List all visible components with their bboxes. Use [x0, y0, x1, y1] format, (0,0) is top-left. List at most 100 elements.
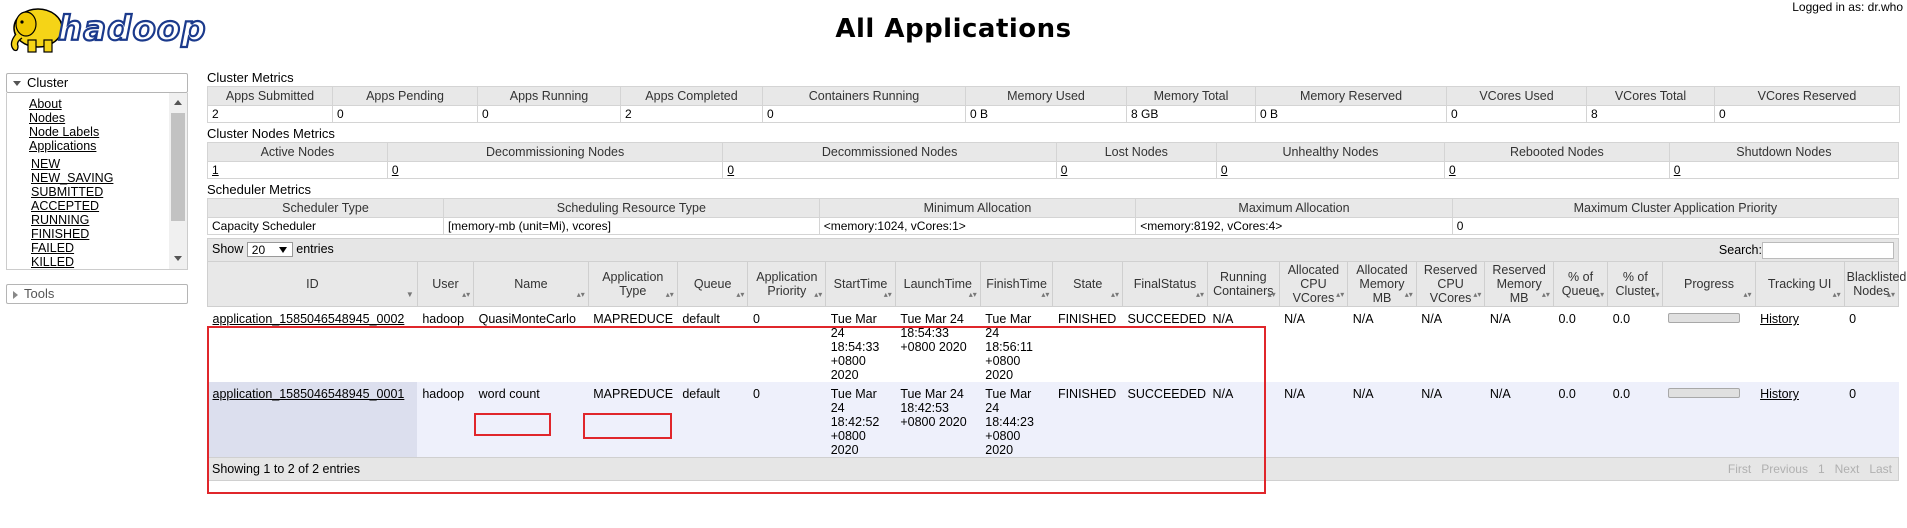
tools-section-toggle[interactable]: Tools	[6, 284, 188, 304]
sort-icon: ▴▾	[1473, 290, 1482, 299]
column-header[interactable]: Application Type ▴▾	[587, 262, 678, 307]
pager-button-0[interactable]: First	[1728, 462, 1751, 476]
history-link[interactable]: History	[1760, 312, 1799, 326]
pager-button-3[interactable]: Next	[1835, 462, 1860, 476]
app-name-cell: word count	[473, 382, 589, 457]
app-start-time-cell: Tue Mar 24 18:54:33 +0800 2020	[825, 306, 896, 382]
column-header[interactable]: % of Queue ▴▾	[1552, 262, 1608, 307]
app-alloc-vcores-cell: N/A	[1279, 306, 1348, 382]
pager-button-4[interactable]: Last	[1869, 462, 1892, 476]
column-header[interactable]: ID ▼	[207, 262, 418, 307]
metric-value: 0	[1451, 217, 1900, 235]
column-header-label: Cluster	[1615, 284, 1656, 298]
app-type-cell: MAPREDUCE	[588, 382, 678, 457]
metric-value-link[interactable]: 1	[212, 163, 219, 177]
app-state-link-7[interactable]: KILLED	[31, 255, 74, 269]
nav-link-0[interactable]: About	[29, 97, 62, 111]
apps-toolbar: Show 20 entries Search:	[207, 238, 1899, 262]
column-header-label: Application	[602, 270, 664, 284]
scheduler-metrics-table: Scheduler Type Scheduling Resource Type Mi…	[207, 198, 1900, 235]
app-state-link-0[interactable]: NEW	[31, 157, 60, 171]
column-header[interactable]: Name ▴▾	[473, 262, 589, 307]
metric-value: <memory:1024, vCores:1>	[818, 217, 1137, 235]
app-running-containers-cell: N/A	[1207, 306, 1280, 382]
metric-value-link[interactable]: 0	[1674, 163, 1681, 177]
app-alloc-mem-cell: N/A	[1347, 382, 1417, 457]
app-finish-time-cell: Tue Mar 24 18:56:11 +0800 2020	[980, 306, 1053, 382]
time-part: +0800	[985, 429, 1021, 443]
app-alloc-vcores-cell: N/A	[1279, 382, 1348, 457]
app-state-item: KILLED	[31, 255, 187, 269]
app-queue-cell: default	[677, 306, 748, 382]
metric-value-link[interactable]: 0	[1449, 163, 1456, 177]
column-header[interactable]: Allocated CPU VCores ▴▾	[1278, 262, 1348, 307]
column-header[interactable]: State ▴▾	[1052, 262, 1123, 307]
column-header[interactable]: Application Priority ▴▾	[747, 262, 826, 307]
app-state-cell: FINISHED	[1052, 382, 1123, 457]
app-state-item: SUBMITTED	[31, 185, 187, 199]
column-header[interactable]: Reserved Memory MB ▴▾	[1484, 262, 1554, 307]
history-link[interactable]: History	[1760, 387, 1799, 401]
app-id-link[interactable]: application_1585046548945_0002	[213, 312, 405, 326]
column-header[interactable]: Queue ▴▾	[676, 262, 748, 307]
sort-icon: ▴▾	[1541, 290, 1550, 299]
sidebar-scrollbar[interactable]	[169, 93, 187, 269]
column-header[interactable]: FinalStatus ▴▾	[1122, 262, 1208, 307]
nav-link-3[interactable]: Applications	[29, 139, 96, 153]
app-state-link-3[interactable]: ACCEPTED	[31, 199, 99, 213]
time-part: +0800	[830, 354, 866, 368]
scroll-down-icon[interactable]	[174, 256, 182, 261]
column-header[interactable]: Blacklisted Nodes ▴▾	[1843, 262, 1906, 307]
nav-link-1[interactable]: Nodes	[29, 111, 65, 125]
app-state-link-5[interactable]: FINISHED	[31, 227, 89, 241]
column-header[interactable]: FinishTime ▴▾	[979, 262, 1053, 307]
column-header-label: CPU	[1300, 277, 1327, 291]
app-pct-queue-cell: 0.0	[1553, 382, 1608, 457]
app-state-cell: FINISHED	[1052, 306, 1123, 382]
column-header[interactable]: Reserved CPU VCores ▴▾	[1415, 262, 1485, 307]
metric-value-link[interactable]: 0	[727, 163, 734, 177]
pagination: First Previous 1 Next Last	[1718, 462, 1892, 476]
metric-value-link[interactable]: 0	[1221, 163, 1228, 177]
column-header-label: Application	[756, 270, 818, 284]
nav-link-2[interactable]: Node Labels	[29, 125, 99, 139]
column-header[interactable]: Allocated Memory MB ▴▾	[1347, 262, 1417, 307]
column-header[interactable]: Running Containers ▴▾	[1206, 262, 1280, 307]
search-input[interactable]	[1762, 242, 1894, 259]
column-header-label: Nodes	[1853, 284, 1890, 298]
scroll-up-icon[interactable]	[174, 100, 182, 105]
time-part: +0800	[830, 429, 866, 443]
metric-value: 2	[620, 105, 763, 123]
app-state-item: FINISHED	[31, 227, 187, 241]
column-header-label: Blacklisted	[1846, 270, 1907, 284]
column-header[interactable]: LaunchTime ▴▾	[894, 262, 981, 307]
metric-value-link[interactable]: 0	[1061, 163, 1068, 177]
column-header[interactable]: Progress ▴▾	[1662, 262, 1756, 307]
app-state-link-2[interactable]: SUBMITTED	[31, 185, 103, 199]
app-res-vcores-cell: N/A	[1416, 382, 1485, 457]
page-size-select[interactable]: 20	[246, 242, 293, 258]
time-part: Tue Mar	[830, 387, 877, 401]
metric-value: 0 B	[1255, 105, 1447, 123]
app-state-list: NEW NEW_SAVING SUBMITTED ACCEPTED RUNNING FIN…	[7, 153, 187, 269]
cluster-section-toggle[interactable]: Cluster	[6, 73, 188, 93]
app-state-link-1[interactable]: NEW_SAVING	[31, 171, 113, 185]
app-state-link-6[interactable]: FAILED	[31, 241, 74, 255]
time-part: 18:56:11	[985, 340, 1033, 354]
metric-header: Active Nodes	[207, 142, 388, 162]
metric-value: 8	[1586, 105, 1715, 123]
metric-header: VCores Total	[1586, 86, 1715, 106]
app-id-link[interactable]: application_1585046548945_0001	[213, 387, 405, 401]
column-header[interactable]: StartTime ▴▾	[825, 262, 896, 307]
metric-value-link[interactable]: 0	[392, 163, 399, 177]
column-header[interactable]: Tracking UI ▴▾	[1754, 262, 1845, 307]
column-header[interactable]: % of Cluster ▴▾	[1607, 262, 1663, 307]
metric-header: Containers Running	[762, 86, 966, 106]
app-state-link-4[interactable]: RUNNING	[31, 213, 89, 227]
app-id-cell: application_1585046548945_0001	[207, 382, 418, 457]
scrollbar-thumb[interactable]	[171, 113, 185, 221]
pager-button-2[interactable]: 1	[1818, 462, 1825, 476]
app-state-item: ACCEPTED	[31, 199, 187, 213]
column-header[interactable]: User ▴▾	[416, 262, 474, 307]
pager-button-1[interactable]: Previous	[1761, 462, 1808, 476]
